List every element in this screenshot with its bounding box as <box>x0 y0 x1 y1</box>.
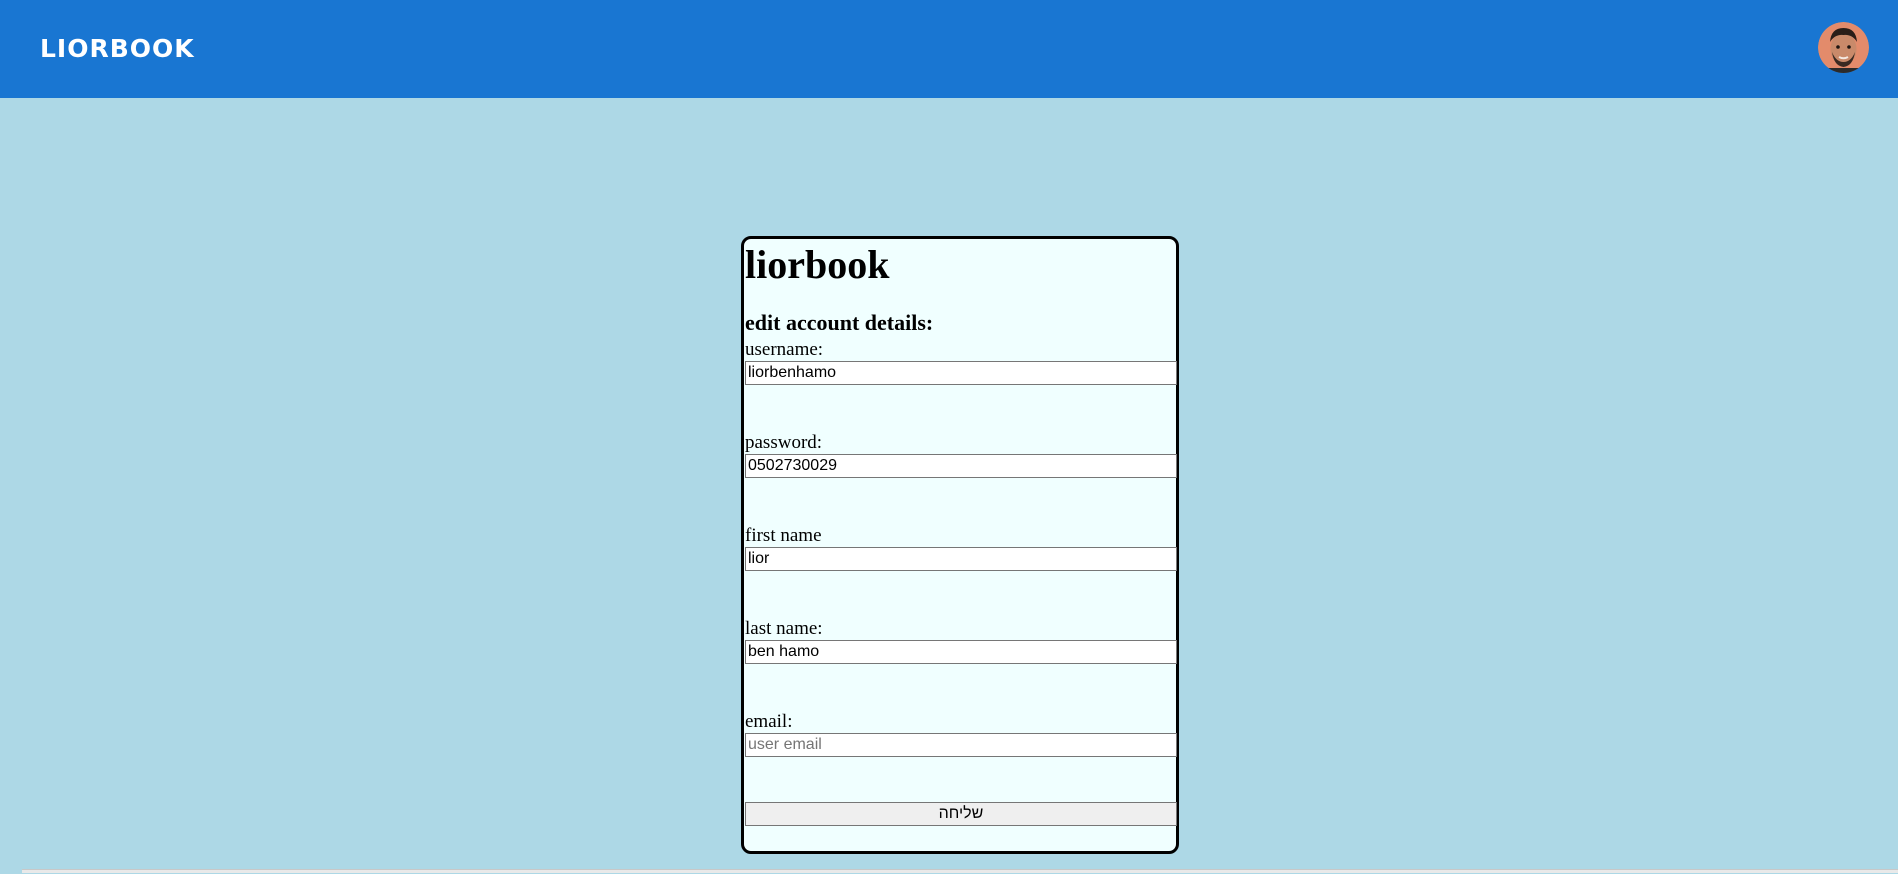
edit-account-card: liorbook edit account details: username:… <box>741 236 1179 854</box>
username-input[interactable] <box>745 361 1177 385</box>
user-avatar-icon[interactable] <box>1818 22 1869 73</box>
username-label: username: <box>745 339 824 360</box>
card-subtitle: edit account details: <box>745 310 934 335</box>
card-title: liorbook <box>745 242 890 287</box>
email-label: email: <box>745 711 793 732</box>
last-name-label: last name: <box>745 618 823 639</box>
horizontal-scrollbar[interactable] <box>22 869 1898 873</box>
last-name-input[interactable] <box>745 640 1177 664</box>
password-input[interactable] <box>745 454 1177 478</box>
submit-button[interactable]: שליחה <box>745 802 1177 826</box>
first-name-input[interactable] <box>745 547 1177 571</box>
password-label: password: <box>745 432 823 453</box>
email-input[interactable] <box>745 733 1177 757</box>
first-name-label: first name <box>745 525 822 546</box>
brand-logo-text[interactable]: LIORBOOK <box>40 32 195 66</box>
top-app-bar: LIORBOOK <box>0 0 1898 98</box>
